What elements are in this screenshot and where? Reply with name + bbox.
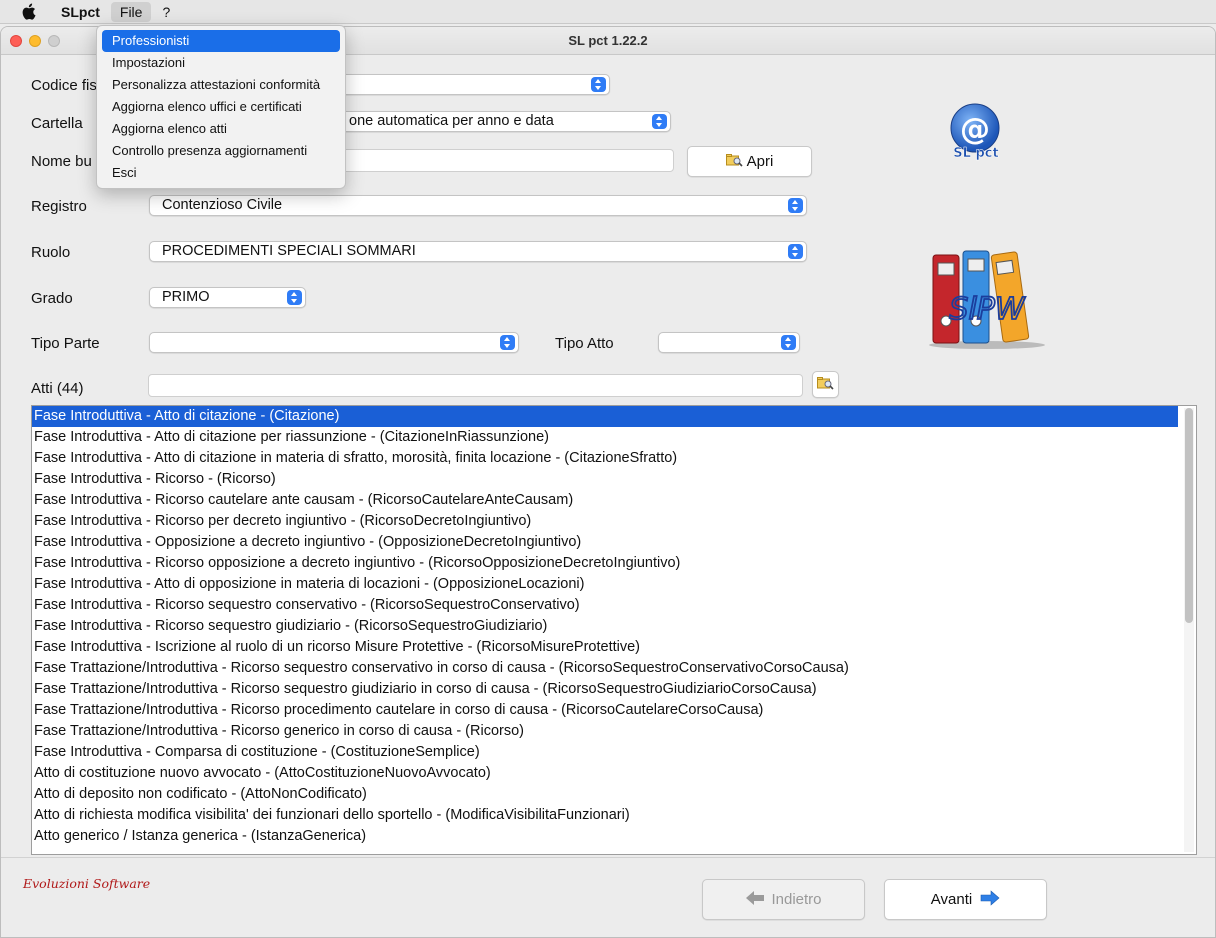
chevron-updown-icon [287,290,302,305]
cartella-select[interactable]: one automatica per anno e data [301,111,671,132]
atti-filter-input[interactable] [148,374,803,397]
apri-label: Apri [746,153,774,170]
list-item[interactable]: Fase Trattazione/Introduttiva - Ricorso … [32,679,1178,700]
back-label: Indietro [771,891,822,908]
list-item[interactable]: Fase Trattazione/Introduttiva - Ricorso … [32,700,1178,721]
scroll-thumb[interactable] [1185,408,1193,623]
arrow-right-icon [980,889,1000,910]
file-dropdown-menu: Professionisti Impostazioni Personalizza a… [96,25,346,189]
app-menu[interactable]: SLpct [52,2,109,22]
list-item[interactable]: Fase Trattazione/Introduttiva - Ricorso … [32,721,1178,742]
codice-fiscale-label: Codice fis [31,77,97,94]
list-item[interactable]: Fase Introduttiva - Ricorso sequestro gi… [32,616,1178,637]
menu-item-personalizza-attestazioni-conformit[interactable]: Personalizza attestazioni conformità [102,74,340,96]
at-sign: @ [960,112,990,147]
next-label: Avanti [930,891,973,908]
tipo-atto-select[interactable] [658,332,800,353]
grado-value: PRIMO [162,289,210,305]
list-item[interactable]: Fase Introduttiva - Atto di opposizione … [32,574,1178,595]
ruolo-select[interactable]: PROCEDIMENTI SPECIALI SOMMARI [149,241,807,262]
chevron-updown-icon [781,335,796,350]
list-item[interactable]: Atto generico / Istanza generica - (Ista… [32,826,1178,847]
chevron-updown-icon [591,77,606,92]
slpw-binders-logo: SlPW [927,247,1049,351]
sl-pct-logo: @ SL pct [945,103,1007,161]
chevron-updown-icon [788,198,803,213]
cartella-value: one automatica per anno e data [349,113,554,129]
help-menu[interactable]: ? [153,2,179,22]
folder-search-icon [817,376,834,394]
nome-busta-input[interactable] [301,149,674,172]
list-item[interactable]: Atto di deposito non codificato - (AttoN… [32,784,1178,805]
list-scrollbar[interactable] [1184,408,1194,852]
grado-label: Grado [31,290,73,307]
grado-select[interactable]: PRIMO [149,287,306,308]
list-item[interactable]: Fase Introduttiva - Ricorso sequestro co… [32,595,1178,616]
slpw-text: SlPW [949,292,1025,327]
list-item[interactable]: Fase Introduttiva - Atto di citazione pe… [32,427,1178,448]
nome-busta-label: Nome bu [31,153,92,170]
list-item[interactable]: Fase Trattazione/Introduttiva - Ricorso … [32,658,1178,679]
list-item[interactable]: Atto di costituzione nuovo avvocato - (A… [32,763,1178,784]
registro-select[interactable]: Contenzioso Civile [149,195,807,216]
menu-item-impostazioni[interactable]: Impostazioni [102,52,340,74]
logo-text: SL pct [953,146,998,161]
menu-item-aggiorna-elenco-uffici-e-certificati[interactable]: Aggiorna elenco uffici e certificati [102,96,340,118]
list-item[interactable]: Fase Introduttiva - Ricorso cautelare an… [32,490,1178,511]
list-item[interactable]: Fase Introduttiva - Comparsa di costituz… [32,742,1178,763]
folder-search-icon [725,153,743,171]
list-item[interactable]: Fase Introduttiva - Iscrizione al ruolo … [32,637,1178,658]
menu-item-esci[interactable]: Esci [102,162,340,184]
menu-item-aggiorna-elenco-atti[interactable]: Aggiorna elenco atti [102,118,340,140]
codice-fiscale-select[interactable] [301,74,610,95]
list-item[interactable]: Fase Introduttiva - Ricorso - (Ricorso) [32,469,1178,490]
apri-button[interactable]: Apri [687,146,812,177]
arrow-left-icon [745,890,765,910]
menu-item-professionisti[interactable]: Professionisti [102,30,340,52]
list-item[interactable]: Fase Introduttiva - Atto di citazione in… [32,448,1178,469]
back-button[interactable]: Indietro [702,879,865,920]
cartella-label: Cartella [31,115,83,132]
file-menu[interactable]: File [110,1,152,22]
menu-item-controllo-presenza-aggiornamenti[interactable]: Controllo presenza aggiornamenti [102,140,340,162]
chevron-updown-icon [788,244,803,259]
brand-label: Evoluzioni Software [23,876,151,891]
list-item[interactable]: Fase Introduttiva - Ricorso per decreto … [32,511,1178,532]
ruolo-label: Ruolo [31,244,71,261]
chevron-updown-icon [500,335,515,350]
list-item[interactable]: Fase Introduttiva - Ricorso opposizione … [32,553,1178,574]
chevron-updown-icon [652,114,667,129]
tipo-atto-label: Tipo Atto [555,335,614,352]
apple-icon[interactable] [18,2,38,22]
atti-search-button[interactable] [812,371,839,398]
atti-list[interactable]: Fase Introduttiva - Atto di citazione - … [31,405,1197,855]
footer-bar: Evoluzioni Software Indietro Avanti [1,857,1215,937]
atti-label: Atti (44) [31,380,84,397]
list-item[interactable]: Fase Introduttiva - Atto di citazione - … [32,406,1178,427]
ruolo-value: PROCEDIMENTI SPECIALI SOMMARI [162,243,416,259]
tipo-parte-label: Tipo Parte [31,335,100,352]
registro-label: Registro [31,198,87,215]
registro-value: Contenzioso Civile [162,197,283,213]
list-item[interactable]: Fase Introduttiva - Opposizione a decret… [32,532,1178,553]
menu-bar: SLpct File ? [0,0,1216,24]
next-button[interactable]: Avanti [884,879,1047,920]
tipo-parte-select[interactable] [149,332,519,353]
list-item[interactable]: Atto di richiesta modifica visibilita' d… [32,805,1178,826]
